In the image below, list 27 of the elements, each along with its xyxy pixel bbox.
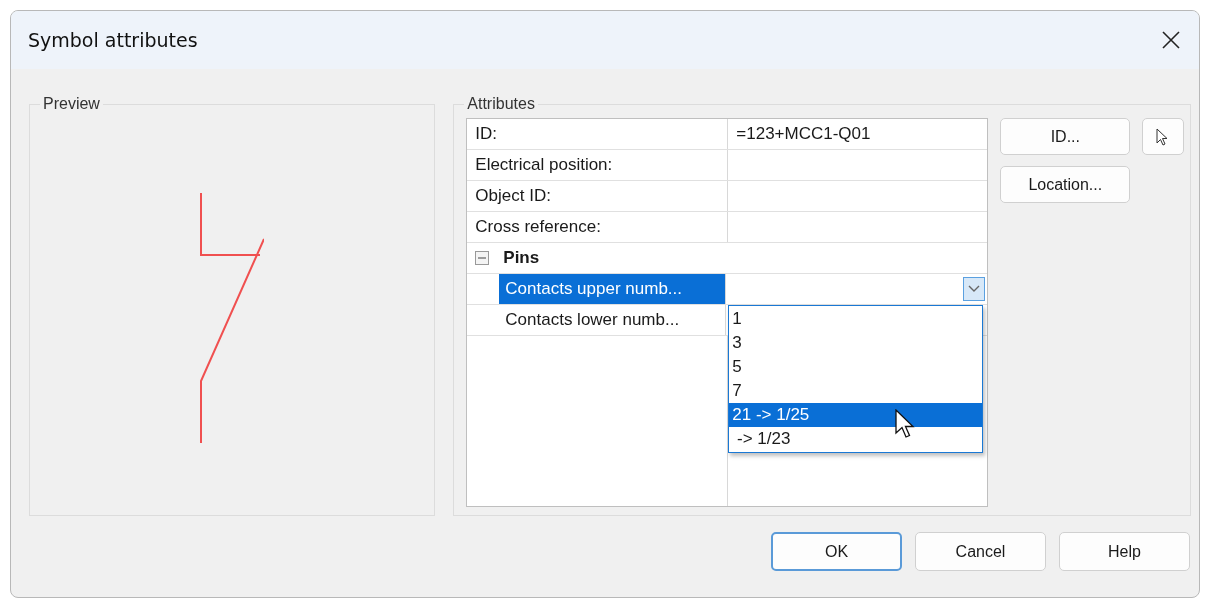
property-name[interactable]: Contacts upper numb... [499,274,727,304]
dialog-button[interactable]: Help [1059,532,1190,571]
dialog-button[interactable]: OK [771,532,902,571]
pick-button[interactable] [1142,118,1185,155]
property-name[interactable]: Contacts lower numb... [499,305,727,335]
group-label: Attributes [466,95,536,113]
dropdown-option[interactable]: 5 [729,355,983,379]
dialog-button[interactable]: Cancel [915,532,1046,571]
collapse-icon[interactable] [475,251,490,265]
location-button[interactable]: Location... [1000,166,1131,203]
property-name: Electrical position: [467,150,729,180]
dropdown-button[interactable] [963,277,986,301]
group-title: Pins [503,248,540,268]
cursor-icon [895,409,916,439]
dropdown-option[interactable]: -> 1/23 [729,427,983,451]
dropdown-option[interactable]: 7 [729,379,983,403]
close-icon[interactable] [1161,30,1181,50]
property-name: ID: [467,119,729,149]
id-button[interactable]: ID... [1000,118,1131,155]
dropdown-option[interactable]: 3 [729,331,983,355]
chevron-icon [968,285,981,293]
property-name: Cross reference: [467,212,729,242]
property-name: Object ID: [467,181,729,211]
window-title: Symbol attributes [28,29,198,51]
group-label: Preview [42,95,101,113]
dropdown-option[interactable]: 1 [729,307,983,331]
property-value[interactable]: =123+MCC1-Q01 [728,119,988,149]
